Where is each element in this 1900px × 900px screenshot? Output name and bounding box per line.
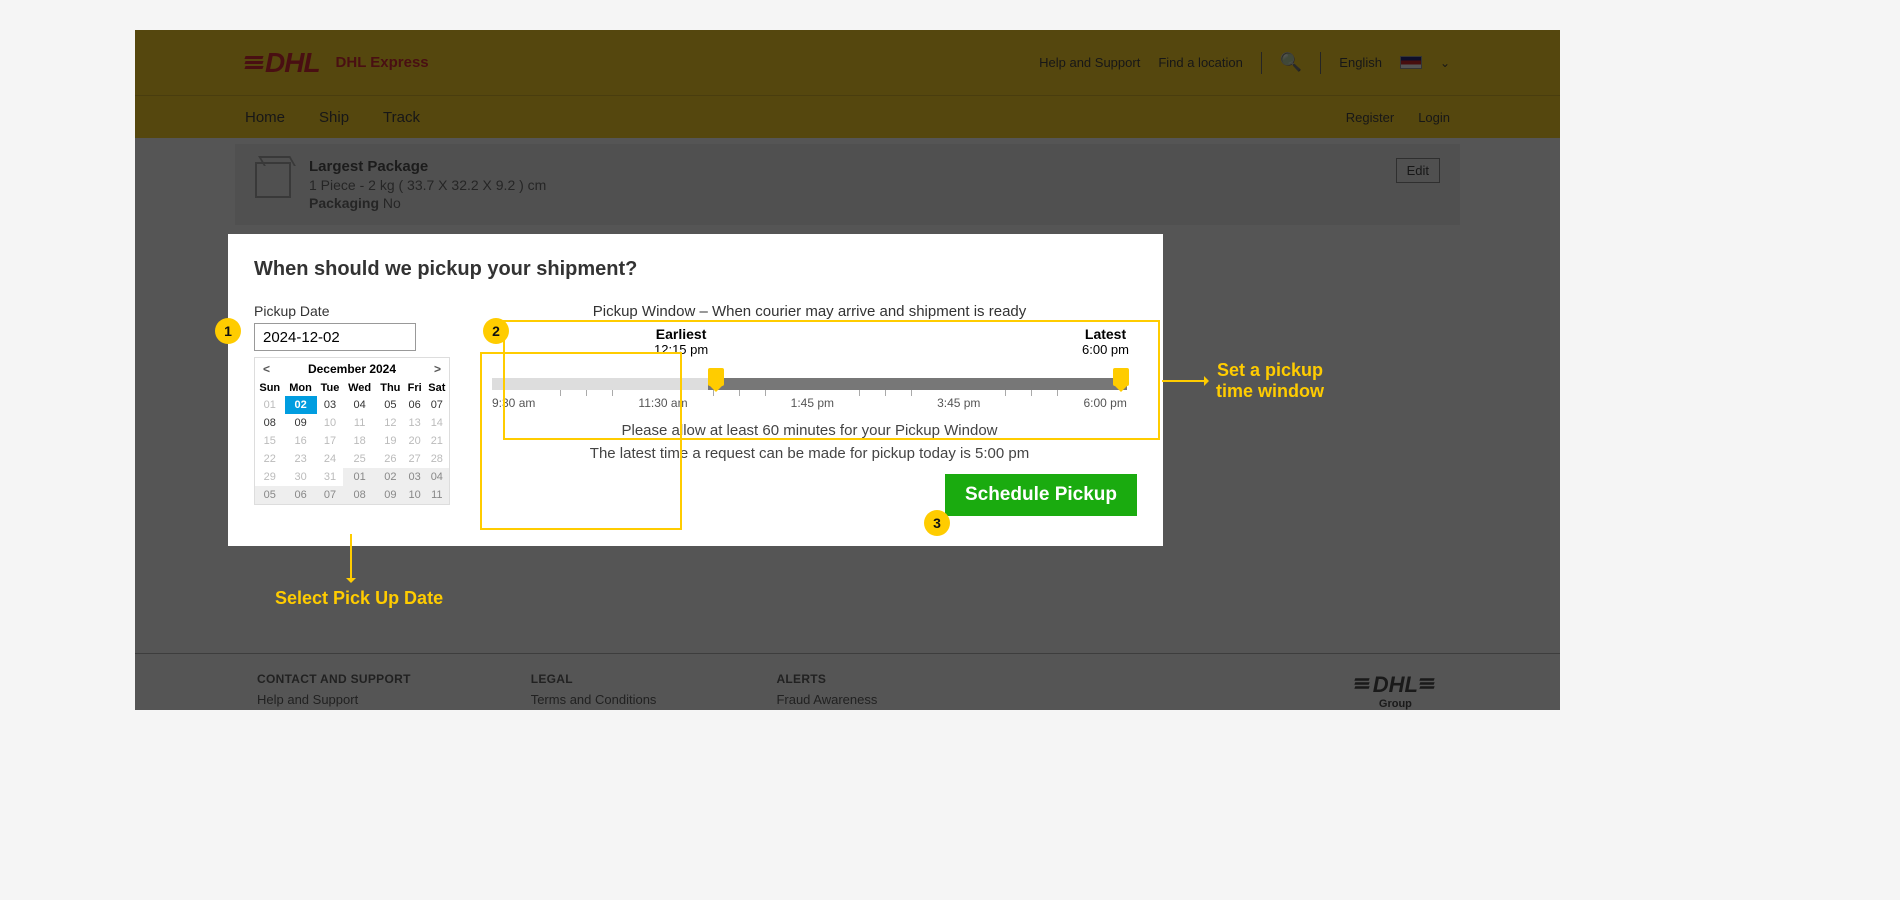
calendar-day[interactable]: 09 — [285, 414, 317, 432]
calendar-day[interactable]: 19 — [376, 432, 405, 450]
calendar-day[interactable]: 02 — [376, 468, 405, 486]
modal-title: When should we pickup your shipment? — [254, 258, 1137, 281]
annotation-marker-1: 1 — [215, 318, 241, 344]
calendar-day[interactable]: 03 — [405, 468, 425, 486]
pickup-date-input[interactable] — [254, 323, 416, 351]
highlight-slider — [503, 320, 1160, 440]
calendar-day[interactable]: 04 — [425, 468, 449, 486]
calendar-day[interactable]: 06 — [405, 396, 425, 414]
calendar-day[interactable]: 01 — [343, 468, 376, 486]
calendar-day[interactable]: 25 — [343, 450, 376, 468]
calendar-day[interactable]: 22 — [255, 450, 285, 468]
calendar: < December 2024 > SunMonTueWedThuFriSat0… — [254, 357, 450, 505]
calendar-day[interactable]: 31 — [317, 468, 344, 486]
annotation-select-date: Select Pick Up Date — [275, 588, 443, 609]
calendar-day[interactable]: 30 — [285, 468, 317, 486]
calendar-day[interactable]: 29 — [255, 468, 285, 486]
calendar-day[interactable]: 27 — [405, 450, 425, 468]
calendar-day[interactable]: 01 — [255, 396, 285, 414]
annotation-set-window: Set a pickuptime window — [1216, 360, 1324, 402]
calendar-day[interactable]: 11 — [425, 486, 449, 504]
calendar-day[interactable]: 16 — [285, 432, 317, 450]
calendar-day[interactable]: 21 — [425, 432, 449, 450]
calendar-day[interactable]: 03 — [317, 396, 344, 414]
calendar-day[interactable]: 17 — [317, 432, 344, 450]
calendar-month: December 2024 — [308, 362, 396, 376]
calendar-prev[interactable]: < — [263, 362, 270, 376]
calendar-day[interactable]: 04 — [343, 396, 376, 414]
calendar-day[interactable]: 05 — [255, 486, 285, 504]
arrow-right-icon — [1162, 380, 1206, 382]
calendar-day[interactable]: 08 — [255, 414, 285, 432]
calendar-day[interactable]: 10 — [405, 486, 425, 504]
calendar-next[interactable]: > — [434, 362, 441, 376]
calendar-day[interactable]: 24 — [317, 450, 344, 468]
calendar-day[interactable]: 07 — [425, 396, 449, 414]
calendar-day[interactable]: 11 — [343, 414, 376, 432]
calendar-day[interactable]: 02 — [285, 396, 317, 414]
calendar-day[interactable]: 14 — [425, 414, 449, 432]
calendar-day[interactable]: 13 — [405, 414, 425, 432]
calendar-day[interactable]: 12 — [376, 414, 405, 432]
calendar-day[interactable]: 18 — [343, 432, 376, 450]
pickup-window-label: Pickup Window – When courier may arrive … — [482, 303, 1137, 320]
annotation-marker-2: 2 — [483, 318, 509, 344]
calendar-day[interactable]: 05 — [376, 396, 405, 414]
calendar-day[interactable]: 20 — [405, 432, 425, 450]
calendar-day[interactable]: 09 — [376, 486, 405, 504]
calendar-day[interactable]: 07 — [317, 486, 344, 504]
schedule-pickup-button[interactable]: Schedule Pickup — [945, 474, 1137, 516]
pickup-date-label: Pickup Date — [254, 303, 454, 319]
calendar-day[interactable]: 23 — [285, 450, 317, 468]
calendar-day[interactable]: 06 — [285, 486, 317, 504]
calendar-day[interactable]: 15 — [255, 432, 285, 450]
calendar-day[interactable]: 08 — [343, 486, 376, 504]
annotation-marker-3: 3 — [924, 510, 950, 536]
calendar-day[interactable]: 26 — [376, 450, 405, 468]
calendar-day[interactable]: 10 — [317, 414, 344, 432]
calendar-day[interactable]: 28 — [425, 450, 449, 468]
arrow-down-icon — [350, 534, 352, 580]
